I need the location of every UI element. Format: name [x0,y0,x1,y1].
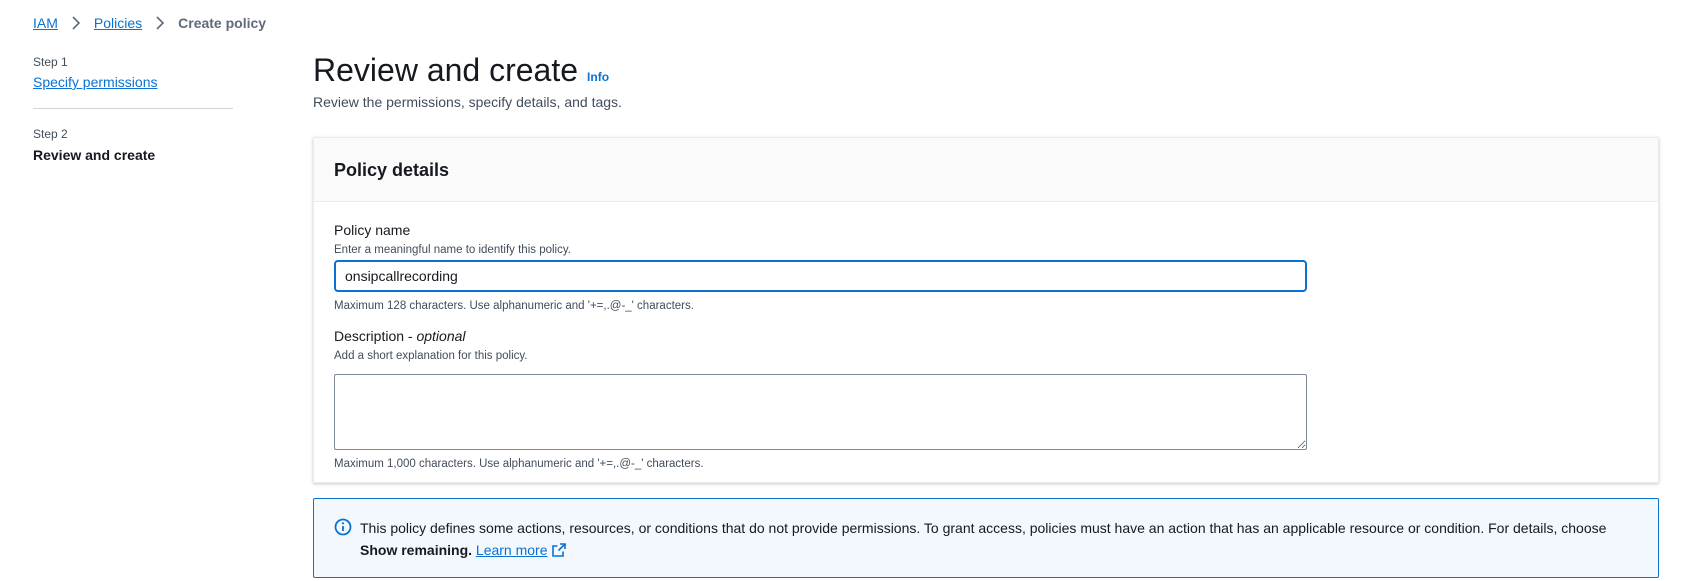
external-link-icon[interactable] [551,543,566,557]
policy-name-description: Enter a meaningful name to identify this… [334,244,571,256]
chevron-right-icon [148,13,172,33]
alert-text: This policy defines some actions, resour… [360,520,1607,536]
policy-details-title: Policy details [334,160,450,180]
policy-details-panel: Policy details Policy name Enter a meani… [313,137,1659,483]
policy-name-hint: Maximum 128 characters. Use alphanumeric… [334,300,694,312]
policy-name-label: Policy name [334,222,411,238]
description-hint: Maximum 1,000 characters. Use alphanumer… [334,458,704,470]
alert-message: This policy defines some actions, resour… [360,517,1638,577]
policy-details-header: Policy details [314,138,1658,202]
learn-more-label: Learn more [475,542,548,558]
policy-name-field: Policy name Enter a meaningful name to i… [334,220,1638,314]
page-title: Review and create [313,52,579,88]
step-divider [33,108,233,109]
info-link[interactable]: Info [587,70,609,84]
description-label: Description - optional [334,326,1638,346]
page-header: Review and create Info Review the permis… [313,50,622,110]
page-description: Review the permissions, specify details,… [313,94,622,110]
breadcrumb-current: Create policy [178,15,267,31]
info-icon [334,518,352,536]
breadcrumb: IAM Policies Create policy [33,13,266,33]
policy-name-input[interactable] [334,260,1307,292]
chevron-right-icon [64,13,88,33]
breadcrumb-iam-link[interactable]: IAM [33,15,58,31]
description-optional-text: optional [416,328,466,344]
step-1-caption: Step 1 [33,55,68,69]
info-alert: This policy defines some actions, resour… [313,498,1659,578]
wizard-steps: Step 1 Specify permissions Step 2 Review… [33,55,233,163]
alert-bold-text: Show remaining. [360,542,473,558]
step-2-current: Review and create [33,147,156,163]
description-label-text: Description - [334,328,417,344]
breadcrumb-policies-link[interactable]: Policies [94,15,142,31]
description-help: Add a short explanation for this policy. [334,350,528,362]
description-field: Description - optional Add a short expla… [334,326,1638,472]
step-1-link[interactable]: Specify permissions [33,74,158,90]
learn-more-link[interactable]: Learn more [476,542,548,558]
description-textarea[interactable] [334,374,1307,450]
step-2-caption: Step 2 [33,127,68,141]
